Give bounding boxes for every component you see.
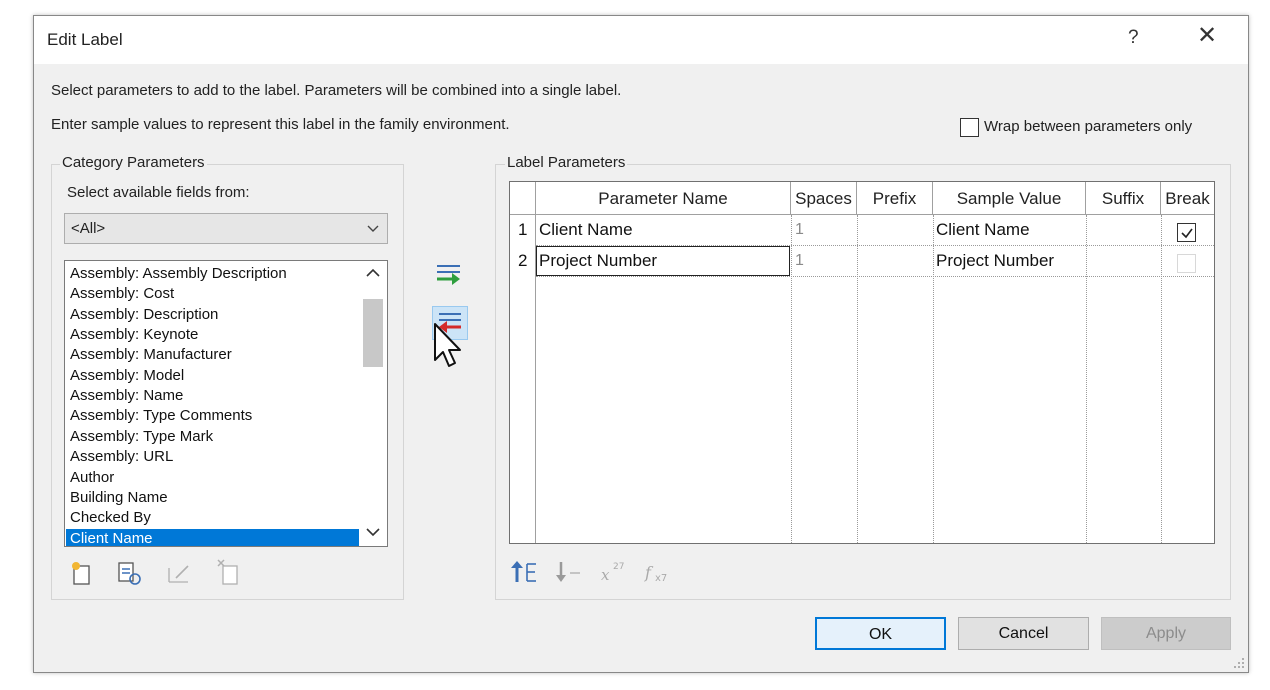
category-parameters-list[interactable]: Assembly: Assembly Description Assembly: … <box>64 260 388 547</box>
list-scrollbar[interactable] <box>359 261 387 546</box>
wrap-parameters-checkbox[interactable] <box>960 118 979 137</box>
column-header-suffix[interactable]: Suffix <box>1086 182 1161 215</box>
spaces-cell[interactable]: 1 <box>795 246 804 276</box>
mouse-pointer-icon <box>434 323 461 367</box>
column-header-prefix[interactable]: Prefix <box>857 182 933 215</box>
scroll-thumb[interactable] <box>363 299 383 367</box>
parameter-name-cell[interactable]: Project Number <box>539 246 657 276</box>
spaces-cell[interactable]: 1 <box>795 215 804 245</box>
parameter-name-cell[interactable]: Client Name <box>539 215 633 245</box>
new-parameter-icon[interactable] <box>70 560 96 586</box>
sample-value-cell[interactable]: Project Number <box>936 246 1054 276</box>
fields-dropdown[interactable]: <All> <box>64 213 388 244</box>
title-bar: Edit Label ? ✕ <box>34 16 1248 64</box>
list-item[interactable]: Author <box>70 468 114 488</box>
svg-text:x7: x7 <box>655 573 667 584</box>
column-header-sample-value[interactable]: Sample Value <box>933 182 1086 215</box>
column-header-spaces[interactable]: Spaces <box>791 182 857 215</box>
chevron-down-icon <box>367 225 379 232</box>
svg-text:f: f <box>644 563 654 582</box>
list-item[interactable]: Assembly: Keynote <box>70 325 198 345</box>
checkmark-icon <box>1181 228 1193 239</box>
edit-formula-icon: f x7 <box>644 563 667 584</box>
list-item[interactable]: Assembly: Type Mark <box>70 427 213 447</box>
fields-dropdown-value: <All> <box>71 220 106 237</box>
svg-text:x: x <box>601 566 610 584</box>
help-button[interactable]: ? <box>1128 27 1139 49</box>
row-number: 1 <box>518 220 528 239</box>
instruction-line-2: Enter sample values to represent this la… <box>51 116 510 133</box>
list-item[interactable]: Assembly: Model <box>70 366 184 386</box>
break-checkbox[interactable] <box>1177 254 1196 273</box>
label-parameters-table: Parameter Name Spaces Prefix Sample Valu… <box>509 181 1215 544</box>
wrap-parameters-label[interactable]: Wrap between parameters only <box>984 118 1192 135</box>
break-checkbox[interactable] <box>1177 223 1196 242</box>
list-item[interactable]: Assembly: Type Comments <box>70 406 252 426</box>
instruction-line-1: Select parameters to add to the label. P… <box>51 82 622 99</box>
move-up-icon[interactable] <box>510 559 540 585</box>
list-item[interactable]: Assembly: Assembly Description <box>70 264 287 284</box>
list-item[interactable]: Assembly: Cost <box>70 284 174 304</box>
edit-label-dialog: Edit Label ? ✕ Select parameters to add … <box>33 15 1249 673</box>
delete-parameter-icon <box>217 559 238 585</box>
resize-grip-icon[interactable] <box>1232 656 1246 670</box>
dialog-title: Edit Label <box>47 30 123 49</box>
list-item[interactable]: Assembly: Manufacturer <box>70 345 232 365</box>
list-item[interactable]: Checked By <box>70 508 151 528</box>
list-item[interactable]: Building Name <box>70 488 168 508</box>
select-fields-label: Select available fields from: <box>67 184 250 201</box>
move-down-icon <box>556 562 580 582</box>
ok-button[interactable]: OK <box>815 617 946 650</box>
close-button[interactable]: ✕ <box>1197 24 1217 48</box>
category-parameters-heading: Category Parameters <box>60 154 207 171</box>
list-item[interactable]: Assembly: Description <box>70 305 218 325</box>
list-item[interactable]: Client Name <box>66 528 359 546</box>
edit-parameter-icon[interactable] <box>116 560 144 586</box>
add-parameter-to-label-icon[interactable] <box>434 262 464 290</box>
sample-value-cell[interactable]: Client Name <box>936 215 1030 245</box>
column-header-break[interactable]: Break <box>1161 182 1214 215</box>
list-item[interactable]: Assembly: Name <box>70 386 183 406</box>
apply-button: Apply <box>1101 617 1231 650</box>
scroll-up-icon[interactable] <box>366 268 380 278</box>
list-item[interactable]: Assembly: URL <box>70 447 173 467</box>
table-corner <box>510 182 536 215</box>
cancel-button[interactable]: Cancel <box>958 617 1089 650</box>
column-header-parameter-name[interactable]: Parameter Name <box>536 182 791 215</box>
label-parameters-heading: Label Parameters <box>505 154 628 171</box>
scroll-down-icon[interactable] <box>366 527 380 537</box>
row-number: 2 <box>518 251 528 270</box>
svg-text:27: 27 <box>613 562 624 572</box>
rename-parameter-icon <box>168 565 189 583</box>
edit-fraction-icon: x 27 <box>601 562 624 584</box>
